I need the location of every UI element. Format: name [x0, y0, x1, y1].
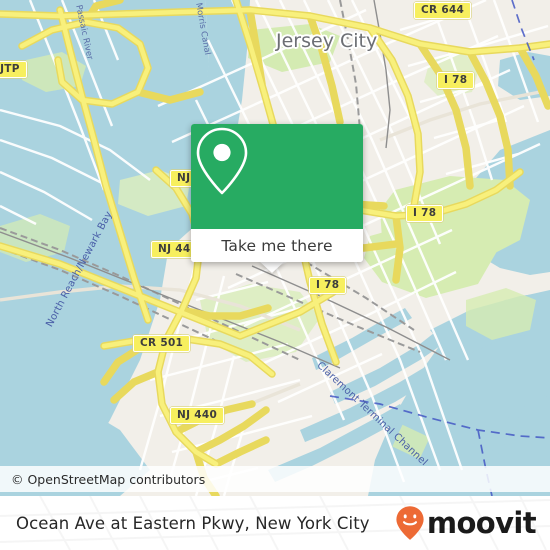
location-popup-card[interactable]: Take me there: [191, 124, 363, 262]
shield-i-78-north[interactable]: I 78: [437, 72, 475, 89]
map-canvas[interactable]: Jersey City Passaic River Morris Canal N…: [0, 0, 550, 496]
moovit-map-screenshot: Jersey City Passaic River Morris Canal N…: [0, 0, 550, 550]
osm-attribution-text[interactable]: © OpenStreetMap contributors: [0, 472, 205, 487]
map-attribution-bar: © OpenStreetMap contributors: [0, 466, 550, 492]
popup-pointer-tail: [259, 261, 285, 273]
shield-njtp[interactable]: NJTP: [0, 61, 27, 78]
shield-cr-501[interactable]: CR 501: [133, 335, 191, 352]
shield-i-78-east[interactable]: I 78: [406, 205, 444, 222]
popup-header: [191, 124, 363, 229]
moovit-wordmark: moovit: [426, 505, 537, 540]
take-me-there-button[interactable]: Take me there: [191, 229, 363, 262]
shield-i-78-center[interactable]: I 78: [309, 277, 347, 294]
moovit-logo[interactable]: moovit: [395, 505, 537, 541]
map-pin-icon: [196, 127, 248, 195]
take-me-there-label: Take me there: [221, 236, 333, 255]
shield-cr-644[interactable]: CR 644: [414, 2, 472, 19]
place-title: Ocean Ave at Eastern Pkwy, New York City: [16, 513, 370, 533]
footer-bar: Ocean Ave at Eastern Pkwy, New York City…: [0, 496, 550, 550]
shield-nj-440-lower[interactable]: NJ 440: [170, 407, 225, 424]
moovit-smiley-pin-icon: [396, 506, 424, 540]
